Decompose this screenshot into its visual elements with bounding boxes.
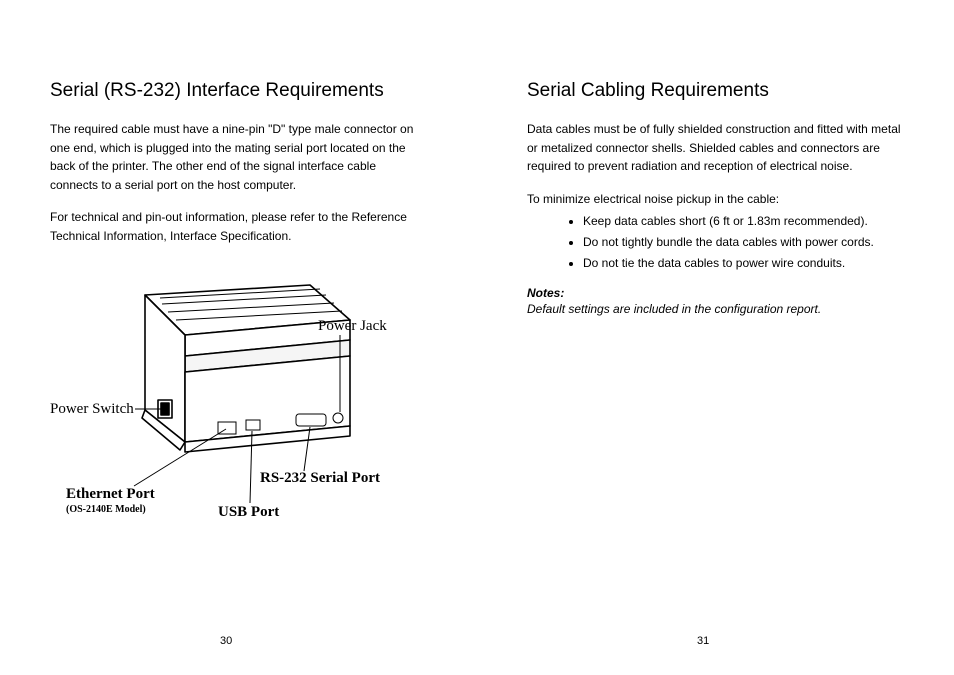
heading-right: Serial Cabling Requirements bbox=[527, 80, 904, 102]
notes-text: Default settings are included in the con… bbox=[527, 302, 904, 316]
left-paragraph-1: The required cable must have a nine-pin … bbox=[50, 120, 427, 194]
page-right: Serial Cabling Requirements Data cables … bbox=[477, 0, 954, 675]
label-ethernet: Ethernet Port bbox=[66, 486, 155, 503]
label-usb: USB Port bbox=[218, 504, 279, 521]
bullet-item: Keep data cables short (6 ft or 1.83m re… bbox=[583, 212, 904, 231]
label-rs232: RS-232 Serial Port bbox=[260, 470, 380, 487]
printer-diagram: Power Switch Power Jack RS-232 Serial Po… bbox=[50, 260, 420, 560]
label-ethernet-sub: (OS-2140E Model) bbox=[66, 504, 146, 515]
page-left: Serial (RS-232) Interface Requirements T… bbox=[0, 0, 477, 675]
label-power-jack: Power Jack bbox=[318, 318, 387, 335]
page-number-right: 31 bbox=[697, 635, 709, 647]
notes-label: Notes: bbox=[527, 286, 904, 300]
right-paragraph-1: Data cables must be of fully shielded co… bbox=[527, 120, 904, 176]
right-paragraph-2: To minimize electrical noise pickup in t… bbox=[527, 190, 904, 209]
bullet-item: Do not tightly bundle the data cables wi… bbox=[583, 233, 904, 252]
heading-left: Serial (RS-232) Interface Requirements bbox=[50, 80, 427, 102]
bullet-item: Do not tie the data cables to power wire… bbox=[583, 254, 904, 273]
label-power-switch: Power Switch bbox=[50, 401, 134, 418]
left-paragraph-2: For technical and pin-out information, p… bbox=[50, 208, 427, 245]
page-spread: Serial (RS-232) Interface Requirements T… bbox=[0, 0, 954, 675]
bullet-list: Keep data cables short (6 ft or 1.83m re… bbox=[527, 212, 904, 272]
page-number-left: 30 bbox=[220, 635, 232, 647]
